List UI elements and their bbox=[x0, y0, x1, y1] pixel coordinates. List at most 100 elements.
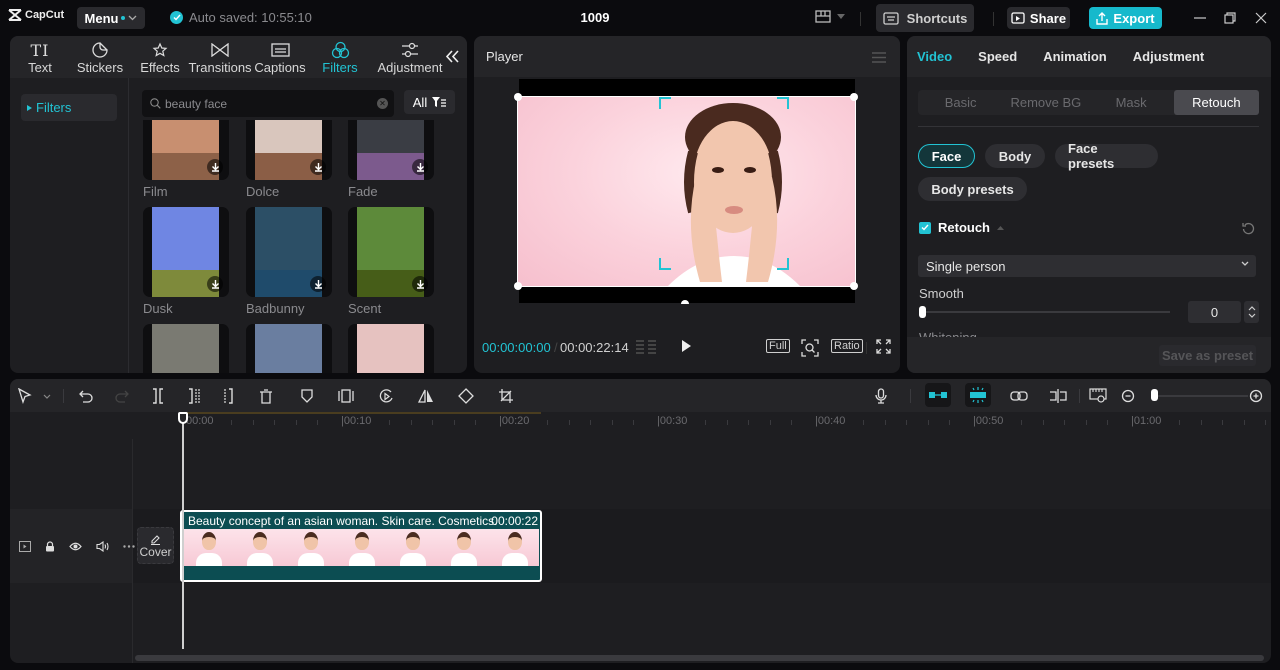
filter-type-dropdown[interactable]: All bbox=[404, 90, 455, 114]
restore-button[interactable] bbox=[1222, 10, 1238, 26]
playhead-line[interactable] bbox=[182, 412, 184, 649]
zoom-to-fit-button[interactable] bbox=[1089, 387, 1107, 405]
layout-switcher[interactable] bbox=[815, 10, 845, 23]
delete-button[interactable] bbox=[257, 387, 275, 405]
tab-effects[interactable]: Effects bbox=[130, 36, 190, 78]
filter-card[interactable]: Film bbox=[143, 120, 229, 199]
tab-text[interactable]: TI Text bbox=[10, 36, 70, 78]
split-right-button[interactable] bbox=[221, 387, 239, 405]
download-button[interactable] bbox=[310, 159, 326, 175]
collapse-caret-icon[interactable] bbox=[997, 225, 1004, 230]
pill-face[interactable]: Face bbox=[918, 144, 975, 168]
filter-card[interactable] bbox=[348, 324, 434, 373]
person-mode-select[interactable]: Single person bbox=[918, 255, 1256, 277]
preview-axis-button[interactable] bbox=[1049, 387, 1067, 405]
tab-speed[interactable]: Speed bbox=[978, 49, 1017, 64]
filter-card[interactable]: Fade bbox=[348, 120, 434, 199]
smooth-slider-thumb[interactable] bbox=[919, 306, 926, 318]
reset-button[interactable] bbox=[1242, 222, 1255, 235]
tab-adjustment[interactable]: Adjustment bbox=[370, 36, 450, 78]
record-voiceover-button[interactable] bbox=[872, 387, 890, 405]
tab-captions[interactable]: Captions bbox=[250, 36, 310, 78]
filter-card[interactable]: Badbunny bbox=[246, 207, 332, 316]
tab-animation[interactable]: Animation bbox=[1043, 49, 1107, 64]
crop-button[interactable] bbox=[497, 387, 515, 405]
audio-icon[interactable] bbox=[96, 540, 109, 552]
zoom-fit-button[interactable] bbox=[801, 339, 819, 357]
resize-handle-top-right[interactable] bbox=[850, 93, 858, 101]
pill-face-presets[interactable]: Face presets bbox=[1055, 141, 1158, 171]
fullscreen-button[interactable] bbox=[876, 339, 891, 354]
timeline-ruler[interactable]: 00:00 |00:10 |00:20 |00:30 |00:40 |00:50 |01:0… bbox=[10, 412, 1271, 432]
auto-snapping-toggle[interactable] bbox=[965, 383, 991, 407]
speed-button[interactable] bbox=[377, 387, 395, 405]
tab-adjustment[interactable]: Adjustment bbox=[1133, 49, 1205, 64]
select-mode-dropdown[interactable] bbox=[38, 387, 56, 405]
timeline-horizontal-scrollbar[interactable] bbox=[135, 655, 1264, 661]
resize-handle-bottom-right[interactable] bbox=[850, 282, 858, 290]
download-button[interactable] bbox=[310, 276, 326, 292]
subtab-remove-bg[interactable]: Remove BG bbox=[1003, 90, 1088, 115]
cover-button[interactable]: Cover bbox=[137, 527, 174, 564]
main-track-magnet-toggle[interactable] bbox=[925, 383, 951, 407]
player-menu-button[interactable] bbox=[872, 52, 886, 63]
retouch-checkbox[interactable] bbox=[919, 221, 931, 234]
filter-card[interactable] bbox=[143, 324, 229, 373]
play-button[interactable] bbox=[681, 339, 692, 353]
collapse-panel-button[interactable] bbox=[446, 50, 459, 63]
shortcuts-button[interactable]: Shortcuts bbox=[876, 4, 974, 32]
rotate-handle[interactable] bbox=[681, 300, 689, 304]
smooth-stepper[interactable] bbox=[1244, 301, 1259, 323]
select-tool-button[interactable] bbox=[16, 387, 34, 405]
lock-icon[interactable] bbox=[45, 540, 55, 552]
tab-video[interactable]: Video bbox=[917, 49, 952, 64]
project-title[interactable]: 1009 bbox=[560, 10, 630, 25]
tab-filters[interactable]: Filters bbox=[310, 36, 370, 78]
pill-body[interactable]: Body bbox=[985, 144, 1045, 168]
marker-button[interactable] bbox=[298, 387, 316, 405]
menu-button[interactable]: Menu bbox=[77, 7, 145, 29]
download-button[interactable] bbox=[207, 276, 223, 292]
download-button[interactable] bbox=[207, 159, 223, 175]
track-type-icon[interactable] bbox=[19, 540, 31, 552]
smooth-slider[interactable] bbox=[921, 311, 1170, 313]
split-button[interactable] bbox=[149, 387, 167, 405]
mirror-button[interactable] bbox=[417, 387, 435, 405]
filter-card[interactable] bbox=[246, 324, 332, 373]
close-button[interactable] bbox=[1253, 10, 1269, 26]
subtab-basic[interactable]: Basic bbox=[918, 90, 1003, 115]
timeline-zoom-slider[interactable] bbox=[1152, 395, 1248, 397]
tab-stickers[interactable]: Stickers bbox=[70, 36, 130, 78]
resize-handle-top-left[interactable] bbox=[514, 93, 522, 101]
eye-icon[interactable] bbox=[69, 542, 82, 551]
filter-card[interactable]: Scent bbox=[348, 207, 434, 316]
clear-search-button[interactable]: ✕ bbox=[377, 98, 388, 109]
download-button[interactable] bbox=[412, 276, 428, 292]
resize-handle-bottom-left[interactable] bbox=[514, 282, 522, 290]
minimize-button[interactable] bbox=[1192, 10, 1208, 26]
share-button[interactable]: Share bbox=[1007, 7, 1070, 29]
smooth-value-input[interactable]: 0 bbox=[1188, 301, 1241, 323]
ratio-button[interactable]: Ratio bbox=[831, 339, 863, 353]
full-quality-button[interactable]: Full bbox=[766, 339, 790, 353]
subtab-mask[interactable]: Mask bbox=[1089, 90, 1174, 115]
video-preview[interactable] bbox=[517, 96, 856, 287]
playhead-handle[interactable] bbox=[178, 412, 188, 424]
filter-card[interactable]: Dolce bbox=[246, 120, 332, 199]
sidebar-item-filters[interactable]: Filters bbox=[21, 94, 117, 121]
filter-card[interactable]: Dusk bbox=[143, 207, 229, 316]
more-icon[interactable] bbox=[123, 544, 135, 548]
save-as-preset-button[interactable]: Save as preset bbox=[1159, 345, 1256, 366]
tab-transitions[interactable]: Transitions bbox=[188, 36, 252, 78]
video-clip[interactable]: Beauty concept of an asian woman. Skin c… bbox=[180, 510, 542, 582]
timecode-list-button[interactable] bbox=[635, 339, 657, 355]
freeze-frame-button[interactable] bbox=[337, 387, 355, 405]
export-button[interactable]: Export bbox=[1089, 7, 1162, 29]
pill-body-presets[interactable]: Body presets bbox=[918, 177, 1027, 201]
redo-button[interactable] bbox=[113, 387, 131, 405]
zoom-out-button[interactable] bbox=[1119, 387, 1137, 405]
download-button[interactable] bbox=[412, 159, 428, 175]
timeline-zoom-thumb[interactable] bbox=[1150, 389, 1158, 401]
split-left-button[interactable] bbox=[185, 387, 203, 405]
subtab-retouch[interactable]: Retouch bbox=[1173, 90, 1259, 115]
